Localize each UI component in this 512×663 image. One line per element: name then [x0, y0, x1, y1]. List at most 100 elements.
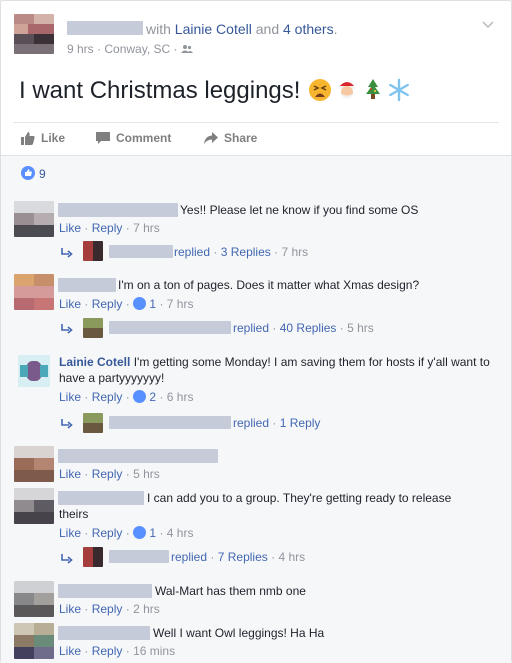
comment-time[interactable]: 5 hrs	[133, 467, 160, 481]
comment-reply-link[interactable]: Reply	[92, 644, 123, 658]
comment-reply-link[interactable]: Reply	[92, 221, 123, 235]
comment-actions: Like · Reply · 7 hrs	[59, 221, 160, 235]
thumbs-up-icon	[21, 132, 35, 145]
comment-like-link[interactable]: Like	[59, 297, 81, 311]
comment-time[interactable]: 7 hrs	[167, 297, 194, 311]
dot: ·	[213, 245, 218, 259]
comment-like-count[interactable]: 1	[149, 297, 156, 311]
post-location[interactable]: Conway, SC	[104, 42, 170, 56]
reply-avatar[interactable]	[83, 318, 103, 338]
commenter-name-redacted[interactable]	[58, 449, 218, 463]
comment-like-badge-icon[interactable]	[133, 390, 147, 403]
replied-text: replied	[174, 245, 211, 259]
dot: ·	[125, 390, 130, 404]
share-label: Share	[224, 131, 258, 145]
comment-reply-link[interactable]: Reply	[92, 297, 123, 311]
dot: ·	[84, 602, 89, 616]
comment-time[interactable]: 16 mins	[133, 644, 175, 658]
post-options-chevron-icon[interactable]	[481, 17, 495, 31]
replies-count-link[interactable]: 40 Replies	[280, 321, 337, 335]
others-link[interactable]: 4 others	[283, 21, 334, 37]
like-button[interactable]: Like	[21, 131, 65, 145]
commenter-name-redacted[interactable]	[58, 584, 152, 598]
commenter-avatar[interactable]	[14, 623, 54, 659]
replies-summary[interactable]: replied · 7 Replies · 4 hrs	[171, 550, 305, 564]
friends-audience-icon[interactable]	[180, 44, 193, 54]
commenter-avatar[interactable]	[14, 581, 54, 617]
replies-count-link[interactable]: 1 Reply	[280, 416, 321, 430]
comment-text: I can add you to a group. They're gettin…	[59, 491, 452, 521]
post-text: I want Christmas leggings!	[19, 77, 301, 104]
dot: ·	[159, 297, 164, 311]
commenter-avatar[interactable]	[14, 201, 54, 237]
dot: ·	[125, 297, 130, 311]
comment-author-link[interactable]: Lainie Cotell	[59, 355, 130, 369]
comment-time[interactable]: 2 hrs	[133, 602, 160, 616]
share-button[interactable]: Share	[204, 131, 257, 145]
comment-reply-link[interactable]: Reply	[92, 602, 123, 616]
lainie-cotell-avatar[interactable]	[18, 355, 50, 387]
post-time[interactable]: 9 hrs	[67, 42, 94, 56]
replier-name-redacted[interactable]	[109, 321, 231, 334]
reply-avatar[interactable]	[83, 413, 103, 433]
replier-name-redacted[interactable]	[109, 550, 169, 563]
comment-like-link[interactable]: Like	[59, 467, 81, 481]
comment-like-link[interactable]: Like	[59, 390, 81, 404]
comment-reply-link[interactable]: Reply	[92, 526, 123, 540]
comment-like-count[interactable]: 2	[149, 390, 156, 404]
commenter-name-redacted[interactable]	[58, 203, 178, 217]
poster-avatar[interactable]	[14, 14, 54, 54]
comment-like-link[interactable]: Like	[59, 644, 81, 658]
commenter-avatar[interactable]	[14, 488, 54, 524]
dot: ·	[125, 467, 130, 481]
dot: ·	[84, 297, 89, 311]
comment-like-count[interactable]: 1	[149, 526, 156, 540]
replies-count-link[interactable]: 3 Replies	[221, 245, 271, 259]
replies-summary[interactable]: replied · 1 Reply	[233, 416, 320, 430]
reply-arrow-icon	[61, 324, 73, 334]
comment-like-link[interactable]: Like	[59, 221, 81, 235]
reply-arrow-icon	[61, 419, 73, 429]
post-meta: 9 hrs · Conway, SC ·	[67, 42, 193, 56]
post-separator	[13, 122, 499, 123]
replies-summary[interactable]: replied · 3 Replies · 7 hrs	[174, 245, 308, 259]
tagged-name-link[interactable]: Lainie Cotell	[175, 21, 252, 37]
comment-reply-link[interactable]: Reply	[92, 390, 123, 404]
dot: ·	[125, 526, 130, 540]
commenter-avatar[interactable]	[14, 274, 54, 310]
poster-name-redacted[interactable]	[67, 21, 143, 35]
replies-count-link[interactable]: 7 Replies	[218, 550, 268, 564]
comment-like-badge-icon[interactable]	[133, 297, 147, 310]
replier-name-redacted[interactable]	[109, 416, 231, 429]
dot: ·	[271, 550, 276, 564]
replier-name-redacted[interactable]	[109, 245, 173, 258]
comment-actions: Like · Reply · 16 mins	[59, 644, 175, 658]
comment-button[interactable]: Comment	[96, 131, 171, 145]
share-arrow-icon	[204, 132, 218, 144]
commenter-name-redacted[interactable]	[58, 626, 150, 640]
comment-time[interactable]: 4 hrs	[167, 526, 194, 540]
comment-reply-link[interactable]: Reply	[92, 467, 123, 481]
dot: ·	[159, 526, 164, 540]
comment-icon	[96, 132, 110, 144]
reactions-count[interactable]: 9	[39, 167, 46, 181]
commenter-name-redacted[interactable]	[58, 278, 116, 292]
comment-like-badge-icon[interactable]	[133, 526, 147, 539]
reply-avatar[interactable]	[83, 241, 103, 261]
replies-summary[interactable]: replied · 40 Replies · 5 hrs	[233, 321, 374, 335]
reply-avatar[interactable]	[83, 547, 103, 567]
comment-time[interactable]: 7 hrs	[133, 221, 160, 235]
commenter-avatar[interactable]	[14, 446, 54, 482]
dot: ·	[125, 644, 130, 658]
post-card: with Lainie Cotell and 4 others. 9 hrs ·…	[0, 0, 512, 663]
dot: ·	[84, 526, 89, 540]
comment-time[interactable]: 6 hrs	[167, 390, 194, 404]
comment-like-link[interactable]: Like	[59, 526, 81, 540]
comment-like-link[interactable]: Like	[59, 602, 81, 616]
dot: ·	[159, 390, 164, 404]
comment-body: Lainie Cotell I'm getting some Monday! I…	[59, 354, 499, 386]
dot: ·	[272, 416, 277, 430]
dot: ·	[274, 245, 279, 259]
meta-dot-2: ·	[173, 42, 178, 56]
reactions-like-icon[interactable]	[21, 166, 35, 180]
